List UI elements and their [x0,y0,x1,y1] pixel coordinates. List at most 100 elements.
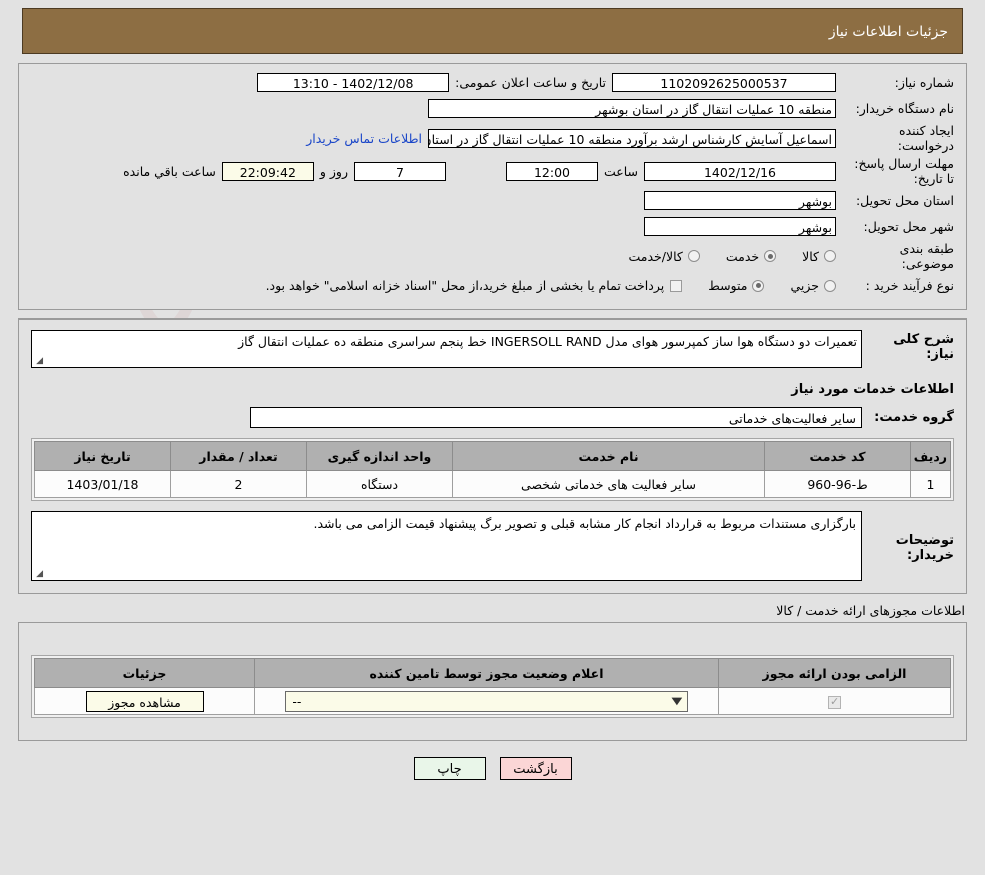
radio-icon[interactable] [752,279,765,292]
deadline-label: مهلت ارسال پاسخ: تا تاریخ: [854,156,954,186]
permit-status-value: -- [292,693,302,709]
need-number-value: 1102092625000537 [612,73,836,92]
radio-icon[interactable] [687,250,700,262]
services-table: ردیف کد خدمت نام خدمت واحد اندازه گیری ت… [34,441,951,498]
row-deadline: مهلت ارسال پاسخ: تا تاریخ: 1402/12/16 سا… [31,156,954,186]
category-label: طبقه بندی موضوعی: [899,241,954,271]
deadline-time-value: 12:00 [505,161,598,181]
buyer-notes-label: توضیحات خریدار: [895,533,954,563]
row-category: طبقه بندی موضوعی: کالا خدمت کالا/خدمت [31,241,954,271]
services-section-title: اطلاعات خدمات مورد نیاز [791,382,954,397]
category-option-label: کالا [802,248,819,264]
row-description: شرح کلی نیاز: تعمیرات دو دستگاه هوا ساز … [31,330,954,368]
requester-value: اسماعیل آسایش کارشناس ارشد برآورد منطقه … [428,128,836,148]
process-option-label: جزیي [790,278,819,293]
province-label: استان محل تحویل: [855,193,954,208]
days-label: روز و [319,163,348,179]
cell-permit-details: مشاهده مجوز [34,687,255,715]
buyer-notes-textarea[interactable]: بارگزاری مستندات مربوط به قرارداد انجام … [31,511,862,581]
row-process-type: نوع فرآیند خرید : جزیي متوسط پرداخت تمام… [31,274,954,297]
category-option-khedmat[interactable]: خدمت [725,248,777,264]
row-city: شهر محل تحویل: بوشهر [31,215,954,238]
process-radio-group[interactable]: جزیي متوسط [682,278,836,293]
col-unit: واحد اندازه گیری [306,441,453,471]
page-title: جزئیات اطلاعات نیاز [828,24,948,40]
buyer-org-label: نام دستگاه خریدار: [855,101,954,116]
countdown-timer: 22:09:42 [221,161,314,181]
category-option-kala-khedmat[interactable]: کالا/خدمت [628,249,700,264]
public-announce-label: تاریخ و ساعت اعلان عمومی: [455,75,606,90]
row-requester: ایجاد کننده درخواست: اسماعیل آسایش کارشن… [31,123,954,153]
cell-unit: دستگاه [306,470,453,498]
process-option-jozei[interactable]: جزیي [790,278,836,293]
permits-caption: اطلاعات مجوزهای ارائه خدمت / کالا [776,603,965,618]
col-permit-required: الزامی بودن ارائه مجوز [718,658,951,688]
col-permit-details: جزئیات [34,658,255,688]
row-province: استان محل تحویل: بوشهر [31,189,954,212]
permit-required-checkbox-icon [828,695,841,709]
process-option-label: متوسط [708,278,748,293]
cell-service-code: ط-96-960 [764,470,911,498]
need-number-label: شماره نیاز: [894,75,954,90]
category-radio-group[interactable]: کالا خدمت کالا/خدمت [602,249,836,264]
col-service-code: کد خدمت [764,441,911,471]
cell-permit-required [718,687,951,715]
description-value: تعمیرات دو دستگاه هوا ساز کمپرسور هوای م… [238,334,857,349]
row-buyer-notes: توضیحات خریدار: بارگزاری مستندات مربوط ب… [31,511,954,581]
col-permit-status: اعلام وضعیت مجوز توسط تامین کننده [254,658,719,688]
col-quantity: تعداد / مقدار [170,441,307,471]
requester-label: ایجاد کننده درخواست: [897,123,954,153]
view-permit-button[interactable]: مشاهده مجوز [85,690,204,712]
description-textarea[interactable]: تعمیرات دو دستگاه هوا ساز کمپرسور هوای م… [31,330,862,368]
treasury-note: پرداخت تمام یا بخشی از مبلغ خرید،از محل … [265,278,665,293]
col-need-date: تاریخ نیاز [34,441,171,471]
chevron-down-icon[interactable]: ▼ [671,691,682,712]
permits-panel: الزامی بودن ارائه مجوز اعلام وضعیت مجوز … [18,622,967,741]
buyer-org-value: منطقه 10 عملیات انتقال گاز در استان بوشه… [428,99,836,118]
services-table-wrap: ردیف کد خدمت نام خدمت واحد اندازه گیری ت… [31,438,954,501]
category-option-label: خدمت [725,248,760,264]
province-value: بوشهر [644,191,836,210]
row-service-group: گروه خدمت: سایر فعالیت‌های خدماتی [31,407,954,428]
table-row: ▼ -- مشاهده مجوز [34,687,951,715]
process-type-label: نوع فرآیند خرید : [865,278,954,293]
radio-icon[interactable] [824,279,836,292]
radio-icon[interactable] [764,250,777,262]
col-service-name: نام خدمت [452,441,765,471]
cell-need-date: 1403/01/18 [34,470,171,498]
cell-service-name: سایر فعالیت های خدماتی شخصی [452,470,765,498]
page-header-bar: جزئیات اطلاعات نیاز [22,8,963,54]
print-button[interactable]: چاپ [413,757,486,780]
process-option-motevaset[interactable]: متوسط [708,278,765,293]
city-label: شهر محل تحویل: [863,219,954,234]
days-remaining-value: 7 [353,161,446,181]
need-info-panel: شماره نیاز: 1102092625000537 تاریخ و ساع… [18,63,967,310]
public-announce-value: 1402/12/08 - 13:10 [257,73,450,92]
col-row-no: ردیف [910,441,951,471]
resize-grip-icon[interactable]: ◢ [34,357,43,366]
hour-label: ساعت [603,163,638,179]
cell-row-no: 1 [910,470,951,498]
services-panel: شرح کلی نیاز: تعمیرات دو دستگاه هوا ساز … [18,318,967,594]
treasury-checkbox[interactable] [670,279,683,292]
permit-status-select[interactable]: ▼ -- [285,690,688,712]
service-group-label: گروه خدمت: [874,410,954,425]
category-option-kala[interactable]: کالا [802,249,836,264]
resize-grip-icon[interactable]: ◢ [34,570,43,579]
buyer-notes-value: بارگزاری مستندات مربوط به قرارداد انجام … [313,516,856,531]
buyer-contact-link[interactable]: اطلاعات تماس خریدار [300,131,428,146]
countdown-label: ساعت باقي مانده [123,163,216,179]
permits-table-header-row: الزامی بودن ارائه مجوز اعلام وضعیت مجوز … [34,658,951,688]
deadline-date-value: 1402/12/16 [644,161,836,181]
radio-icon[interactable] [824,250,836,262]
permits-table-wrap: الزامی بودن ارائه مجوز اعلام وضعیت مجوز … [31,655,954,718]
cell-permit-status: ▼ -- [254,687,719,715]
services-table-header-row: ردیف کد خدمت نام خدمت واحد اندازه گیری ت… [34,441,951,471]
cell-quantity: 2 [170,470,307,498]
back-button[interactable]: بازگشت [499,757,572,780]
footer-actions: بازگشت چاپ [0,757,985,780]
service-group-value: سایر فعالیت‌های خدماتی [250,407,862,428]
description-label: شرح کلی نیاز: [893,332,954,362]
permits-table: الزامی بودن ارائه مجوز اعلام وضعیت مجوز … [34,658,951,715]
row-need-number: شماره نیاز: 1102092625000537 تاریخ و ساع… [31,71,954,94]
